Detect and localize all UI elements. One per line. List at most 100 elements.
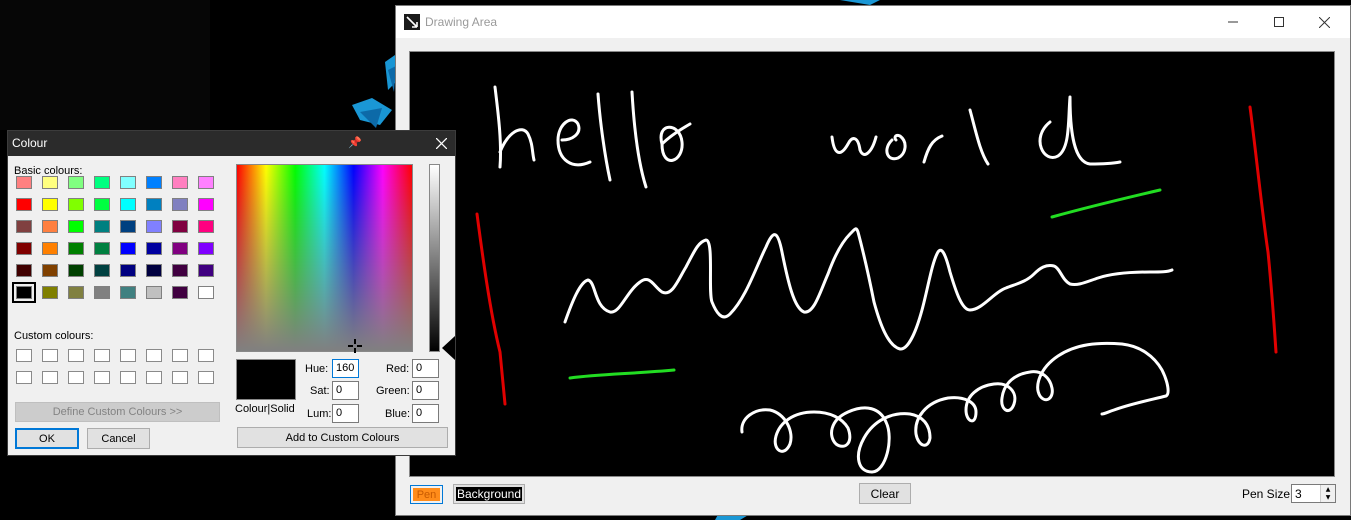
green-input[interactable]: 0 bbox=[412, 381, 439, 400]
basic-colour-swatch[interactable] bbox=[94, 264, 110, 277]
hue-input[interactable]: 160 bbox=[332, 359, 359, 378]
basic-colour-swatch[interactable] bbox=[42, 242, 58, 255]
zigzag-stroke bbox=[563, 227, 1174, 351]
pen-size-value[interactable]: 3 bbox=[1295, 487, 1302, 501]
basic-colour-swatch[interactable] bbox=[42, 264, 58, 277]
custom-colour-swatch[interactable] bbox=[68, 371, 84, 384]
basic-colour-swatch[interactable] bbox=[120, 242, 136, 255]
close-button[interactable] bbox=[1301, 6, 1347, 38]
custom-colour-swatch[interactable] bbox=[42, 371, 58, 384]
basic-colour-swatch[interactable] bbox=[198, 286, 214, 299]
add-to-custom-colours-button[interactable]: Add to Custom Colours bbox=[237, 427, 448, 448]
basic-colour-swatch[interactable] bbox=[42, 220, 58, 233]
red-stroke-left bbox=[475, 212, 507, 406]
basic-colour-swatch[interactable] bbox=[12, 282, 36, 303]
spin-up-icon[interactable]: ▲ bbox=[1321, 485, 1335, 493]
custom-colour-swatch[interactable] bbox=[16, 349, 32, 362]
close-icon bbox=[435, 137, 447, 149]
custom-colour-swatch[interactable] bbox=[146, 371, 162, 384]
basic-colour-swatch[interactable] bbox=[16, 242, 32, 255]
colour-preview bbox=[236, 359, 296, 400]
custom-colour-swatch[interactable] bbox=[42, 349, 58, 362]
custom-colour-swatch[interactable] bbox=[198, 349, 214, 362]
basic-colour-swatch[interactable] bbox=[94, 242, 110, 255]
basic-colour-swatch[interactable] bbox=[198, 198, 214, 211]
blue-input[interactable]: 0 bbox=[412, 404, 439, 423]
basic-colour-swatch[interactable] bbox=[198, 242, 214, 255]
basic-colour-swatch[interactable] bbox=[146, 242, 162, 255]
basic-colour-swatch[interactable] bbox=[172, 242, 188, 255]
colour-spectrum[interactable] bbox=[236, 164, 413, 353]
close-icon bbox=[1318, 16, 1330, 28]
basic-colour-swatch[interactable] bbox=[16, 264, 32, 277]
custom-colour-swatch[interactable] bbox=[120, 349, 136, 362]
custom-colour-swatch[interactable] bbox=[94, 371, 110, 384]
basic-colour-swatch[interactable] bbox=[146, 220, 162, 233]
basic-colour-swatch[interactable] bbox=[172, 264, 188, 277]
dialog-close-button[interactable] bbox=[432, 134, 450, 152]
pen-size-stepper[interactable]: 3 ▲ ▼ bbox=[1291, 484, 1336, 503]
red-input[interactable]: 0 bbox=[412, 359, 439, 378]
pen-size-spinner[interactable]: ▲ ▼ bbox=[1320, 485, 1335, 502]
basic-colour-swatch[interactable] bbox=[94, 220, 110, 233]
basic-colour-swatch[interactable] bbox=[68, 264, 84, 277]
basic-colour-swatch[interactable] bbox=[120, 264, 136, 277]
custom-colour-swatch[interactable] bbox=[94, 349, 110, 362]
green-label: Green: bbox=[376, 385, 410, 397]
basic-colour-swatch[interactable] bbox=[198, 220, 214, 233]
basic-colour-swatch[interactable] bbox=[146, 286, 162, 299]
basic-colour-swatch[interactable] bbox=[68, 242, 84, 255]
basic-colour-swatch[interactable] bbox=[198, 176, 214, 189]
custom-colour-swatch[interactable] bbox=[172, 371, 188, 384]
sat-input[interactable]: 0 bbox=[332, 381, 359, 400]
ok-button[interactable]: OK bbox=[15, 428, 79, 449]
basic-colour-swatch[interactable] bbox=[120, 176, 136, 189]
drawing-canvas[interactable] bbox=[409, 51, 1335, 477]
basic-colour-swatch[interactable] bbox=[16, 220, 32, 233]
basic-colour-swatch[interactable] bbox=[68, 220, 84, 233]
clear-button[interactable]: Clear bbox=[859, 483, 911, 504]
basic-colour-swatch[interactable] bbox=[94, 198, 110, 211]
luminosity-slider-arrow[interactable] bbox=[442, 336, 455, 360]
basic-colour-swatch[interactable] bbox=[146, 198, 162, 211]
custom-colour-swatch[interactable] bbox=[198, 371, 214, 384]
cancel-button[interactable]: Cancel bbox=[87, 428, 150, 449]
basic-colour-swatch[interactable] bbox=[42, 176, 58, 189]
basic-colour-swatch[interactable] bbox=[16, 198, 32, 211]
custom-colour-swatch[interactable] bbox=[16, 371, 32, 384]
basic-colour-swatch[interactable] bbox=[172, 198, 188, 211]
maximize-button[interactable] bbox=[1256, 6, 1302, 38]
background-colour-button[interactable]: Background bbox=[453, 484, 525, 504]
green-stroke-top bbox=[1050, 188, 1162, 219]
basic-colour-swatch[interactable] bbox=[68, 286, 84, 299]
basic-colour-swatch[interactable] bbox=[68, 176, 84, 189]
pin-icon: 📌 bbox=[348, 136, 362, 149]
custom-colour-swatch[interactable] bbox=[68, 349, 84, 362]
basic-colour-swatch[interactable] bbox=[68, 198, 84, 211]
basic-colour-swatch[interactable] bbox=[42, 286, 58, 299]
luminosity-bar[interactable] bbox=[429, 164, 440, 352]
basic-colour-swatch[interactable] bbox=[146, 176, 162, 189]
spin-down-icon[interactable]: ▼ bbox=[1321, 493, 1335, 501]
custom-colour-swatch[interactable] bbox=[172, 349, 188, 362]
basic-colour-swatch[interactable] bbox=[172, 176, 188, 189]
basic-colour-swatch[interactable] bbox=[94, 176, 110, 189]
define-custom-colours-button[interactable]: Define Custom Colours >> bbox=[15, 402, 220, 422]
basic-colour-swatch[interactable] bbox=[146, 264, 162, 277]
basic-colour-swatch[interactable] bbox=[172, 220, 188, 233]
minimize-button[interactable] bbox=[1210, 6, 1256, 38]
basic-colour-swatch[interactable] bbox=[16, 176, 32, 189]
basic-colour-swatch[interactable] bbox=[120, 286, 136, 299]
basic-colour-swatch[interactable] bbox=[120, 198, 136, 211]
basic-colour-swatch[interactable] bbox=[120, 220, 136, 233]
pen-colour-button[interactable]: Pen bbox=[410, 485, 443, 504]
basic-colour-swatch[interactable] bbox=[198, 264, 214, 277]
loopy-stroke bbox=[740, 341, 1170, 474]
basic-colour-swatch[interactable] bbox=[94, 286, 110, 299]
basic-colour-swatch[interactable] bbox=[42, 198, 58, 211]
basic-colour-swatch[interactable] bbox=[172, 286, 188, 299]
lum-input[interactable]: 0 bbox=[332, 404, 359, 423]
custom-colour-swatch[interactable] bbox=[146, 349, 162, 362]
custom-colour-swatch[interactable] bbox=[120, 371, 136, 384]
colour-solid-label: Colour|Solid bbox=[235, 403, 295, 415]
